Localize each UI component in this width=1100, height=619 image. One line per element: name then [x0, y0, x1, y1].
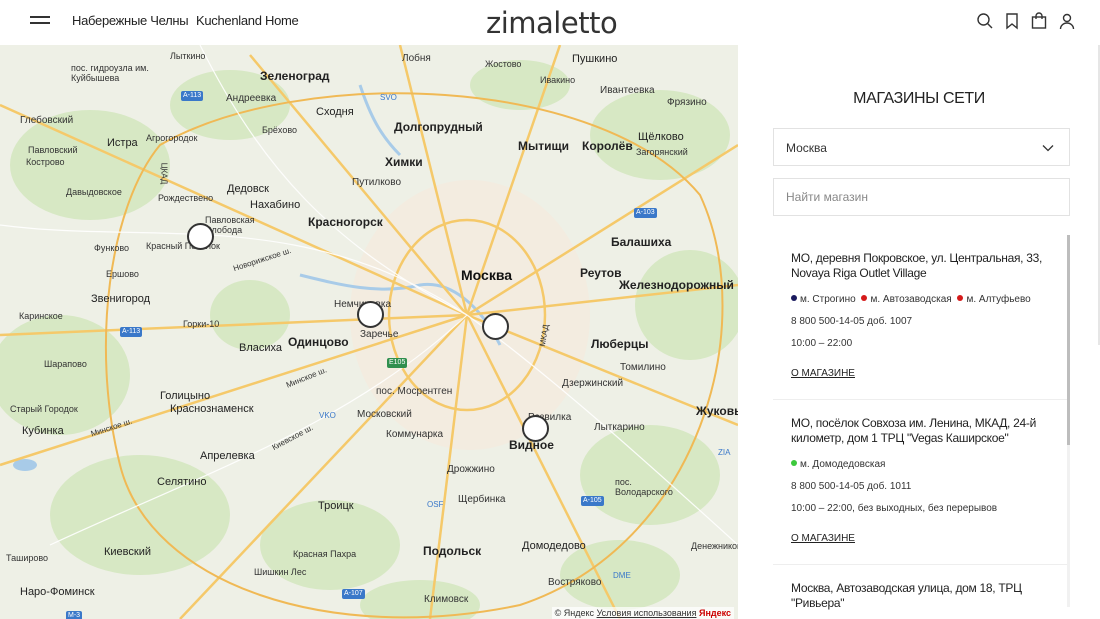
road-badge-a113: A-113 [181, 91, 204, 101]
metro-dot-icon [791, 295, 797, 301]
store-address: Москва, Автозаводская улица, дом 18, ТРЦ… [791, 581, 1022, 610]
road-badge-a105: A-105 [581, 496, 604, 506]
store-list[interactable]: МО, деревня Покровское, ул. Центральная,… [773, 235, 1070, 619]
metro-station: м. Строгино [791, 294, 856, 305]
road-badge-a103: A-103 [634, 208, 657, 218]
city-select-value: Москва [786, 141, 827, 155]
store-search-input[interactable] [773, 178, 1070, 216]
road-badge-e105: E105 [387, 358, 408, 368]
metro-dot-icon [861, 295, 868, 301]
nav-link-city[interactable]: Набережные Челны [72, 13, 189, 28]
store-details-link[interactable]: О МАГАЗИНЕ [791, 368, 855, 379]
road-badge-m3: M-3 [66, 611, 83, 619]
metro-dot-icon [791, 460, 797, 466]
stores-sidebar: МАГАЗИНЫ СЕТИ Москва МО, деревня Покровс… [738, 45, 1100, 619]
search-icon[interactable] [976, 12, 994, 30]
bag-icon[interactable] [1030, 12, 1048, 30]
site-header: Набережные Челны Kuchenland Home zimalet… [0, 0, 1100, 45]
map-copyright: © Яндекс [554, 608, 595, 618]
store-card: Москва, Автозаводская улица, дом 18, ТРЦ… [773, 565, 1070, 619]
logo[interactable]: zimaletto [486, 6, 618, 40]
store-address: МО, деревня Покровское, ул. Центральная,… [791, 251, 1043, 280]
user-icon[interactable] [1058, 12, 1076, 30]
city-select[interactable]: Москва [773, 128, 1070, 166]
store-map[interactable]: Зеленоград пос. гидроузла им. Куйбышева … [0, 45, 738, 619]
bookmark-icon[interactable] [1003, 12, 1021, 30]
nav-link-kuchenland[interactable]: Kuchenland Home [196, 13, 299, 28]
stores-title: МАГАЗИНЫ СЕТИ [853, 90, 985, 107]
metro-name: м. Строгино [800, 294, 856, 305]
store-metros: м. Строгино м. Автозаводская м. Алтуфьев… [791, 294, 1052, 305]
store-marker[interactable] [482, 313, 509, 340]
store-card: МО, посёлок Совхоза им. Ленина, МКАД, 24… [773, 400, 1070, 565]
map-terms-link[interactable]: Условия использования [597, 608, 697, 618]
store-card: МО, деревня Покровское, ул. Центральная,… [773, 235, 1070, 400]
metro-station: м. Автозаводская [861, 294, 952, 305]
store-phone[interactable]: 8 800 500-14-05 доб. 1007 [791, 316, 1052, 327]
store-marker[interactable] [522, 415, 549, 442]
store-list-scrollbar[interactable] [1067, 235, 1070, 607]
metro-name: м. Домодедовская [800, 459, 886, 470]
yandex-logo[interactable]: Яндекс [699, 608, 731, 618]
store-metros: м. Домодедовская [791, 459, 1052, 470]
map-attribution: © Яндекс Условия использования Яндекс [551, 607, 734, 619]
store-hours: 10:00 – 22:00, без выходных, без перерыв… [791, 503, 998, 514]
menu-icon[interactable] [30, 16, 50, 26]
store-details-link[interactable]: О МАГАЗИНЕ [791, 533, 855, 544]
store-hours: 10:00 – 22:00 [791, 338, 853, 349]
metro-dot-icon [957, 295, 964, 301]
store-address: МО, посёлок Совхоза им. Ленина, МКАД, 24… [791, 416, 1036, 445]
metro-name: м. Алтуфьево [966, 294, 1031, 305]
metro-name: м. Автозаводская [870, 294, 952, 305]
metro-station: м. Домодедовская [791, 459, 885, 470]
metro-station: м. Алтуфьево [957, 294, 1031, 305]
chevron-down-icon [1042, 145, 1054, 152]
road-badge-a113-2: A-113 [120, 327, 143, 337]
store-marker[interactable] [187, 223, 214, 250]
road-badge-a107: A-107 [342, 589, 365, 599]
scrollbar-thumb[interactable] [1067, 235, 1070, 445]
store-phone[interactable]: 8 800 500-14-05 доб. 1011 [791, 481, 1052, 492]
store-marker[interactable] [357, 301, 384, 328]
map-background [0, 45, 738, 619]
